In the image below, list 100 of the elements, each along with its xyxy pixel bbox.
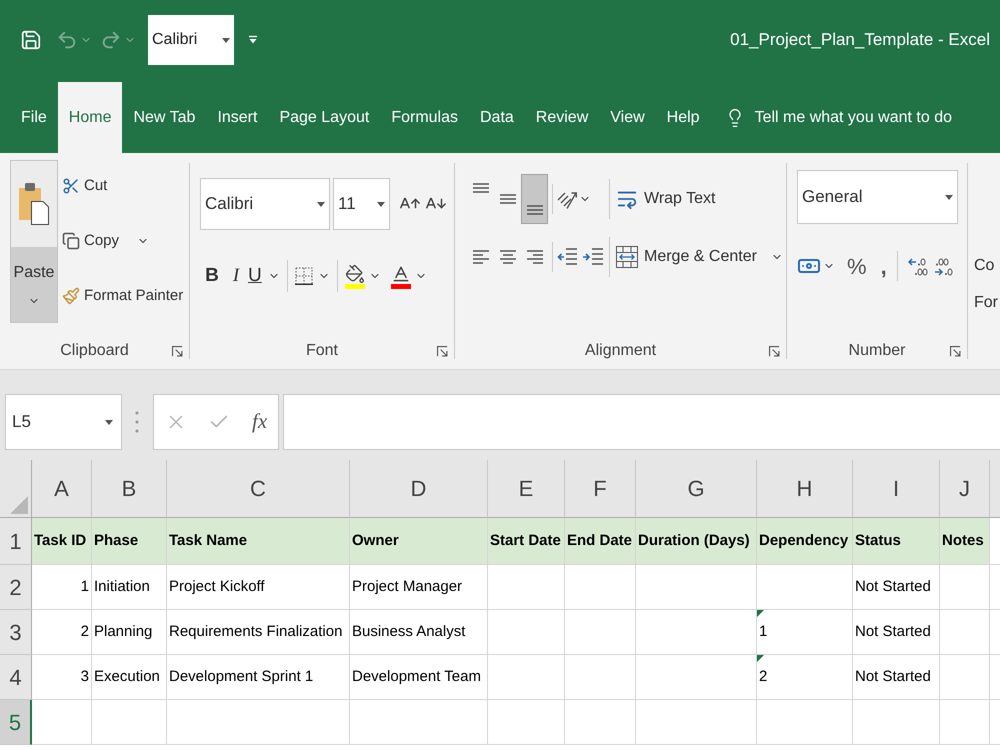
- align-top-icon: [472, 183, 488, 193]
- table-cell: Project Manager: [350, 565, 488, 610]
- dropdown-arrow-icon: [945, 194, 953, 200]
- comma-button[interactable]: ,: [880, 250, 887, 282]
- font-name-field[interactable]: Calibri: [200, 178, 330, 230]
- table-cell: Not Started: [853, 565, 940, 610]
- merge-center-button[interactable]: Merge & Center: [616, 245, 783, 269]
- window-title: 01_Project_Plan_Template - Excel: [730, 29, 990, 52]
- table-header-cell: Task ID: [32, 518, 92, 565]
- table-cell: 2: [32, 610, 92, 655]
- align-left-icon: [472, 250, 488, 264]
- ribbon-tab[interactable]: Page Layout: [268, 82, 380, 153]
- ribbon-tab[interactable]: Insert: [206, 82, 268, 153]
- dialog-launcher-icon[interactable]: [172, 346, 183, 356]
- underline-button[interactable]: U: [248, 262, 280, 290]
- table-cell: Planning: [92, 610, 167, 655]
- paintbrush-icon: [62, 287, 80, 305]
- decrease-indent-icon[interactable]: [557, 248, 577, 266]
- number-format-dropdown[interactable]: General: [797, 170, 958, 224]
- format-painter-button[interactable]: Format Painter: [62, 280, 184, 312]
- ribbon-tab[interactable]: File: [10, 82, 58, 153]
- ribbon-button-label[interactable]: Co: [974, 257, 1000, 275]
- table-cell: 3: [32, 655, 92, 700]
- table-header-cell: End Date: [565, 518, 636, 565]
- font-dropdown[interactable]: Calibri: [148, 15, 234, 65]
- cell-text: 1: [759, 622, 768, 642]
- table-header-cell: Notes: [940, 518, 990, 565]
- bold-button[interactable]: B: [200, 262, 224, 290]
- table-cell: Execution: [92, 655, 167, 700]
- dialog-launcher-icon[interactable]: [769, 346, 780, 356]
- table-header-cell: Status: [853, 518, 940, 565]
- row-header[interactable]: 2: [0, 565, 32, 610]
- table-cell: Not Started: [853, 610, 940, 655]
- ribbon-tab[interactable]: Data: [469, 82, 525, 153]
- formula-input[interactable]: [283, 394, 1000, 450]
- clipboard-icon: [19, 183, 49, 225]
- row-header[interactable]: 4: [0, 655, 32, 700]
- percent-button[interactable]: %: [847, 250, 867, 282]
- scissors-icon: [62, 177, 80, 195]
- italic-button[interactable]: I: [224, 262, 248, 290]
- borders-button[interactable]: [294, 267, 330, 285]
- wrap-text-button[interactable]: Wrap Text: [616, 187, 716, 211]
- table-header-cell: Dependency: [757, 518, 853, 565]
- fill-color-button[interactable]: [344, 264, 381, 288]
- column-header[interactable]: E: [488, 460, 565, 518]
- tell-me-button[interactable]: Tell me what you want to do: [724, 82, 952, 153]
- dropdown-arrow-icon: [105, 420, 113, 424]
- group-label: Font: [306, 341, 338, 361]
- column-header[interactable]: G: [636, 460, 757, 518]
- column-header[interactable]: C: [167, 460, 350, 518]
- table-cell: Project Kickoff: [167, 565, 350, 610]
- dropdown-arrow-icon: [317, 202, 325, 206]
- table-header-cell: Owner: [350, 518, 488, 565]
- column-header[interactable]: B: [92, 460, 167, 518]
- decrease-decimal-icon[interactable]: [934, 256, 954, 276]
- align-bottom-icon: [526, 205, 542, 215]
- copy-button[interactable]: Copy: [62, 225, 184, 257]
- table-cell: Initiation: [92, 565, 167, 610]
- increase-indent-icon[interactable]: [583, 248, 603, 266]
- font-color-button[interactable]: [390, 264, 427, 288]
- column-header[interactable]: A: [32, 460, 92, 518]
- dropdown-arrow-icon: [222, 38, 230, 42]
- table-header-cell: Phase: [92, 518, 167, 565]
- table-cell: Business Analyst: [350, 610, 488, 655]
- ribbon-tab[interactable]: Review: [524, 82, 600, 153]
- table-cell: Development Team: [350, 655, 488, 700]
- row-header[interactable]: 1: [0, 518, 32, 565]
- font-size-field[interactable]: 11: [333, 178, 390, 230]
- ribbon-tab[interactable]: Home: [58, 82, 122, 153]
- align-bottom-button[interactable]: [521, 174, 548, 224]
- paste-button[interactable]: Paste: [10, 160, 58, 323]
- ribbon-button-label[interactable]: For: [974, 294, 1000, 312]
- increase-decimal-icon[interactable]: [908, 256, 928, 276]
- dialog-launcher-icon[interactable]: [437, 346, 448, 356]
- vertical-dots-icon: [135, 411, 139, 433]
- triangle-icon: [10, 496, 28, 514]
- column-header[interactable]: H: [757, 460, 853, 518]
- row-header[interactable]: 3: [0, 610, 32, 655]
- ribbon-tab[interactable]: Help: [656, 82, 711, 153]
- column-header[interactable]: J: [940, 460, 990, 518]
- cut-button[interactable]: Cut: [62, 170, 184, 202]
- row-header[interactable]: 5: [0, 700, 32, 745]
- table-cell: Not Started: [853, 655, 940, 700]
- name-box[interactable]: L5: [5, 394, 122, 450]
- ribbon-tab[interactable]: Formulas: [380, 82, 469, 153]
- table-cell: Requirements Finalization: [167, 610, 350, 655]
- insert-function-button[interactable]: fx: [252, 406, 268, 438]
- dropdown-arrow-icon: [377, 202, 385, 206]
- column-header[interactable]: D: [350, 460, 488, 518]
- cell-text: 2: [759, 666, 768, 687]
- ribbon-tab[interactable]: New Tab: [122, 82, 206, 153]
- column-header[interactable]: I: [853, 460, 940, 518]
- column-header[interactable]: F: [565, 460, 636, 518]
- ribbon-tab[interactable]: View: [599, 82, 656, 153]
- group-label: Number: [848, 341, 906, 361]
- table-header-cell: Duration (Days): [636, 518, 757, 565]
- dialog-launcher-icon[interactable]: [950, 346, 961, 356]
- group-label: Clipboard: [60, 341, 129, 361]
- customize-toolbar-icon[interactable]: [248, 35, 258, 45]
- undo-icon: [56, 29, 78, 51]
